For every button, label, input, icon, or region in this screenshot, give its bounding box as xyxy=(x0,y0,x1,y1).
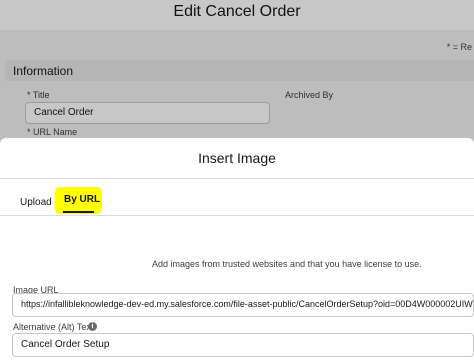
tab-by-url[interactable]: By URL xyxy=(55,187,102,214)
tab-upload[interactable]: Upload xyxy=(20,197,52,208)
active-tab-indicator xyxy=(63,211,94,213)
modal-header: Insert Image xyxy=(0,138,474,179)
alt-text-input[interactable]: Cancel Order Setup xyxy=(12,333,474,357)
image-url-value: https://infallibleknowledge-dev-ed.my.sa… xyxy=(21,299,474,309)
modal-title: Insert Image xyxy=(198,150,276,166)
license-hint: Add images from trusted websites and tha… xyxy=(152,259,422,269)
tab-by-url-label: By URL xyxy=(64,194,101,205)
alt-text-value: Cancel Order Setup xyxy=(21,339,110,350)
alt-text-label: Alternative (Alt) Text xyxy=(13,322,94,332)
info-icon[interactable]: i xyxy=(88,322,97,331)
image-url-input[interactable]: https://infallibleknowledge-dev-ed.my.sa… xyxy=(12,293,474,317)
tabs-divider xyxy=(0,215,474,216)
